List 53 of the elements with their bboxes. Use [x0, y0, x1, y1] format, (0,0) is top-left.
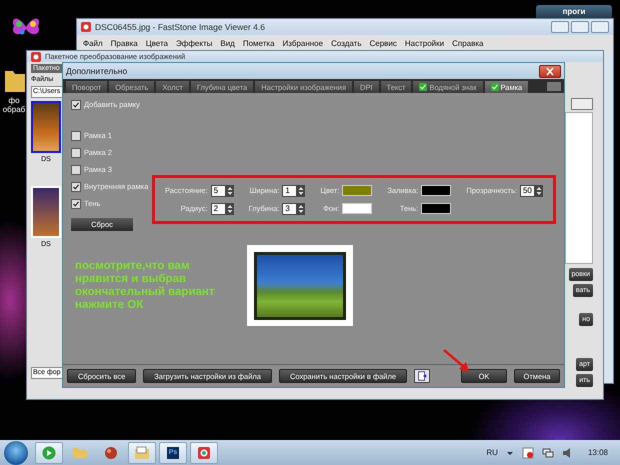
- arrow-drawing: [442, 348, 472, 374]
- language-indicator[interactable]: RU: [486, 448, 498, 457]
- checkbox[interactable]: [71, 100, 81, 110]
- start-button[interactable]: [4, 440, 28, 464]
- color-swatch[interactable]: [421, 185, 452, 196]
- menu-item[interactable]: Пометка: [242, 38, 275, 48]
- number-field[interactable]: 2: [210, 202, 226, 214]
- checkbox[interactable]: [71, 198, 81, 208]
- app-icon: [197, 446, 211, 460]
- dialog-title: Дополнительно: [66, 66, 128, 76]
- folder-icon: [72, 446, 88, 459]
- network-icon[interactable]: [542, 446, 554, 458]
- play-circle-icon: [42, 446, 56, 460]
- minimize-button[interactable]: [551, 21, 569, 33]
- annotation-text: посмотрите,что вам нравится и выбрав окончательный вариант нажмите ОК: [75, 260, 216, 312]
- taskbar-button[interactable]: [35, 442, 63, 464]
- spinner-arrows-icon[interactable]: [297, 202, 306, 214]
- window-title: DSC06455.jpg - FastStone Image Viewer 4.6: [95, 22, 265, 32]
- dropdown[interactable]: [571, 98, 593, 110]
- app-icon: [81, 22, 91, 32]
- checkbox[interactable]: [71, 182, 81, 192]
- close-button[interactable]: [539, 64, 561, 78]
- number-field[interactable]: 5: [210, 184, 226, 196]
- desktop-tab[interactable]: проги: [536, 5, 612, 19]
- menu-item[interactable]: Правка: [110, 38, 138, 48]
- menu-item[interactable]: Сервис: [369, 38, 397, 48]
- document-icon[interactable]: [414, 369, 430, 383]
- ball-icon: [104, 446, 118, 460]
- color-swatch[interactable]: [421, 203, 452, 214]
- number-field[interactable]: 3: [282, 202, 298, 214]
- desktop-icon-label: фо обраб: [2, 96, 26, 114]
- checkbox[interactable]: [71, 130, 81, 140]
- number-field[interactable]: 1: [282, 184, 298, 196]
- color-swatch[interactable]: [342, 203, 372, 214]
- taskbar-button[interactable]: [128, 442, 156, 464]
- checkbox[interactable]: [71, 164, 81, 174]
- menu-item[interactable]: Настройки: [404, 38, 444, 48]
- menu-item[interactable]: Избранное: [282, 38, 324, 48]
- clock[interactable]: 13:08: [588, 448, 608, 457]
- menu-item[interactable]: Цвета: [146, 38, 168, 48]
- menu-item[interactable]: Вид: [220, 38, 235, 48]
- menu-item[interactable]: Создать: [331, 38, 362, 48]
- app-icon: [31, 52, 41, 62]
- checkbox[interactable]: [71, 148, 81, 158]
- color-swatch[interactable]: [342, 185, 372, 196]
- taskbar-button[interactable]: [190, 442, 218, 464]
- menu-item[interactable]: Эффекты: [176, 38, 212, 48]
- number-field[interactable]: 50: [520, 184, 535, 196]
- menu-item[interactable]: Справка: [452, 38, 484, 48]
- folder-icon: [134, 446, 150, 460]
- menu-item[interactable]: Файл: [83, 38, 103, 48]
- spinner-arrows-icon[interactable]: [297, 184, 306, 196]
- maximize-button[interactable]: [571, 21, 589, 33]
